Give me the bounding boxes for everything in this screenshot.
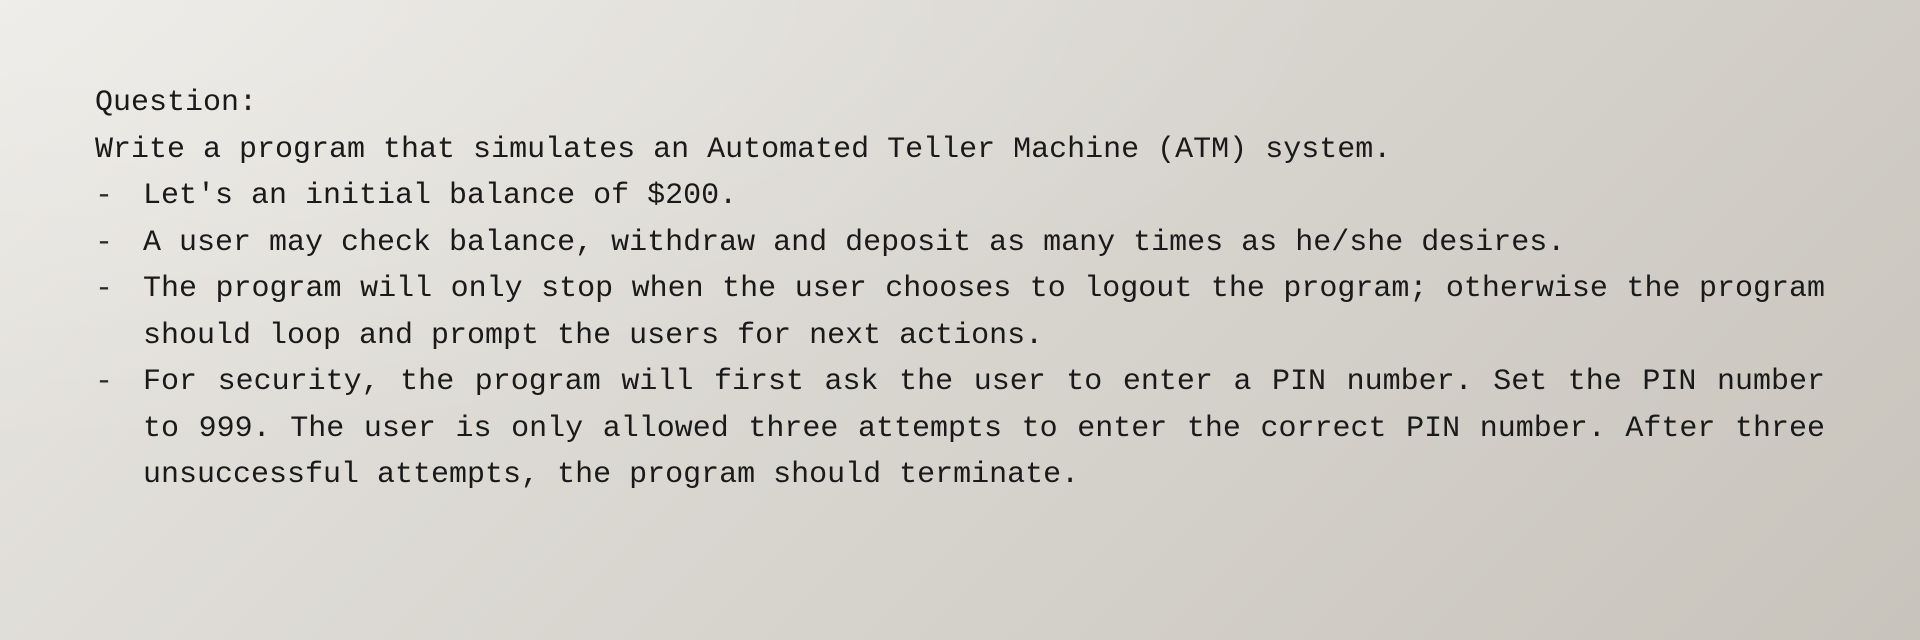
bullet-list: Let's an initial balance of $200. A user… <box>95 173 1825 499</box>
bullet-item: A user may check balance, withdraw and d… <box>143 220 1825 267</box>
bullet-item: Let's an initial balance of $200. <box>143 173 1825 220</box>
question-label: Question: <box>95 80 1825 127</box>
bullet-item: For security, the program will first ask… <box>143 359 1825 499</box>
bullet-item: The program will only stop when the user… <box>143 266 1825 359</box>
document-content: Question: Write a program that simulates… <box>95 80 1825 499</box>
question-intro: Write a program that simulates an Automa… <box>95 127 1825 174</box>
